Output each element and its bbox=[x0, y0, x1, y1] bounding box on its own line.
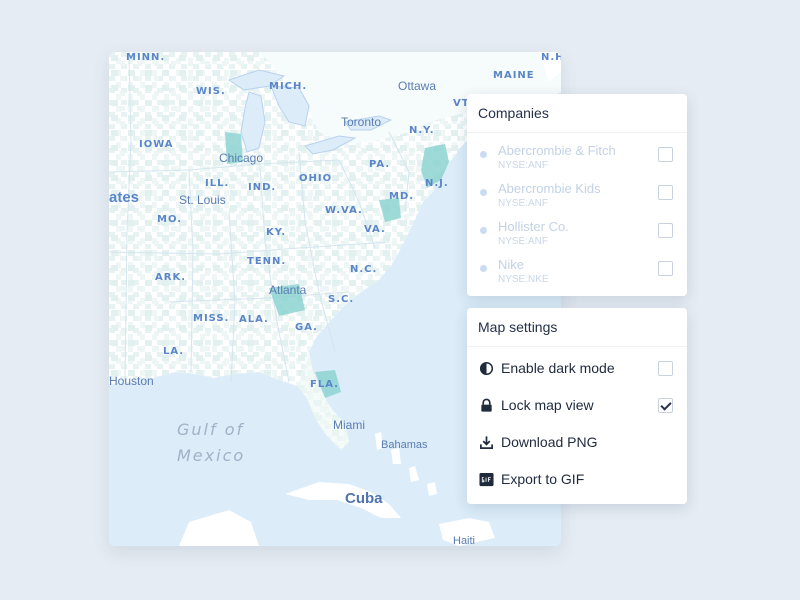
company-item-abercrombie-fitch[interactable]: Abercrombie & Fitch NYSE:ANF bbox=[467, 135, 687, 173]
dark-mode-checkbox[interactable] bbox=[658, 361, 673, 376]
label-iowa: IOWA bbox=[139, 139, 174, 150]
label-miami: Miami bbox=[333, 418, 365, 432]
label-miss: MISS. bbox=[193, 313, 230, 324]
label-nj: N.J. bbox=[425, 178, 449, 189]
gif-icon bbox=[479, 472, 494, 487]
company-ticker: NYSE:ANF bbox=[498, 160, 549, 171]
label-md: MD. bbox=[389, 191, 415, 202]
label-atlanta: Atlanta bbox=[269, 283, 307, 297]
label-ind: IND. bbox=[248, 182, 277, 193]
label-gulf-line2: Mexico bbox=[177, 446, 246, 465]
download-icon bbox=[480, 436, 493, 449]
label-fla: FLA. bbox=[310, 379, 339, 390]
company-dot bbox=[480, 189, 487, 196]
company-dot bbox=[480, 265, 487, 272]
label-chicago: Chicago bbox=[219, 151, 264, 165]
label-st-louis: St. Louis bbox=[179, 193, 226, 207]
lock-icon bbox=[481, 398, 492, 412]
label-ga: GA. bbox=[295, 322, 318, 333]
contrast-icon bbox=[479, 361, 494, 376]
company-ticker: NYSE:ANF bbox=[498, 198, 549, 209]
lock-map-view-checkbox[interactable] bbox=[658, 398, 673, 413]
company-item-hollister[interactable]: Hollister Co. NYSE:ANF bbox=[467, 211, 687, 249]
setting-label: Lock map view bbox=[501, 397, 594, 413]
setting-label: Enable dark mode bbox=[501, 360, 615, 376]
map-settings-title: Map settings bbox=[467, 308, 687, 347]
label-la: LA. bbox=[163, 346, 185, 357]
companies-panel: Companies Abercrombie & Fitch NYSE:ANF A… bbox=[467, 94, 687, 296]
company-checkbox[interactable] bbox=[658, 147, 673, 162]
company-checkbox[interactable] bbox=[658, 261, 673, 276]
label-cuba: Cuba bbox=[345, 490, 383, 507]
label-va: VA. bbox=[364, 224, 386, 235]
label-wva: W.VA. bbox=[325, 205, 363, 216]
label-gulf-line1: Gulf of bbox=[177, 420, 245, 439]
companies-panel-title: Companies bbox=[467, 94, 687, 133]
company-ticker: NYSE:ANF bbox=[498, 236, 549, 247]
label-ala: ALA. bbox=[239, 314, 269, 325]
label-ottawa: Ottawa bbox=[398, 79, 437, 93]
label-ohio: OHIO bbox=[299, 173, 333, 184]
company-name: Abercrombie Kids bbox=[498, 181, 601, 196]
label-pa: PA. bbox=[369, 159, 391, 170]
label-houston: Houston bbox=[109, 374, 154, 388]
company-name: Hollister Co. bbox=[498, 219, 569, 234]
company-checkbox[interactable] bbox=[658, 185, 673, 200]
company-checkbox[interactable] bbox=[658, 223, 673, 238]
label-ill: ILL. bbox=[205, 178, 230, 189]
label-minn: MINN. bbox=[126, 52, 166, 63]
label-sc: S.C. bbox=[328, 294, 355, 305]
label-nh: N.H. bbox=[541, 52, 561, 63]
label-ny: N.Y. bbox=[409, 125, 435, 136]
setting-label: Export to GIF bbox=[501, 471, 585, 487]
label-mich: MICH. bbox=[269, 81, 308, 92]
label-ky: KY. bbox=[266, 227, 287, 238]
setting-dark-mode[interactable]: Enable dark mode bbox=[467, 350, 687, 387]
company-item-nike[interactable]: Nike NYSE:NKE bbox=[467, 249, 687, 287]
setting-export-gif[interactable]: Export to GIF bbox=[467, 461, 687, 498]
setting-download-png[interactable]: Download PNG bbox=[467, 424, 687, 461]
company-dot bbox=[480, 151, 487, 158]
label-bahamas: Bahamas bbox=[381, 439, 428, 451]
company-name: Nike bbox=[498, 257, 525, 272]
label-wis: WIS. bbox=[196, 86, 226, 97]
label-toronto: Toronto bbox=[341, 115, 382, 129]
company-item-abercrombie-kids[interactable]: Abercrombie Kids NYSE:ANF bbox=[467, 173, 687, 211]
label-nc: N.C. bbox=[350, 264, 378, 275]
label-maine: MAINE bbox=[493, 70, 535, 81]
company-dot bbox=[480, 227, 487, 234]
company-ticker: NYSE:NKE bbox=[498, 274, 549, 285]
map-settings-panel: Map settings Enable dark mode Lock map v… bbox=[467, 308, 687, 504]
label-united-states-partial: ates bbox=[109, 189, 140, 206]
company-name: Abercrombie & Fitch bbox=[498, 143, 616, 158]
label-haiti: Haiti bbox=[453, 535, 476, 546]
label-mo: MO. bbox=[157, 214, 183, 225]
setting-label: Download PNG bbox=[501, 434, 598, 450]
setting-lock-map-view[interactable]: Lock map view bbox=[467, 387, 687, 424]
label-ark: ARK. bbox=[155, 272, 186, 283]
label-tenn: TENN. bbox=[247, 256, 287, 267]
